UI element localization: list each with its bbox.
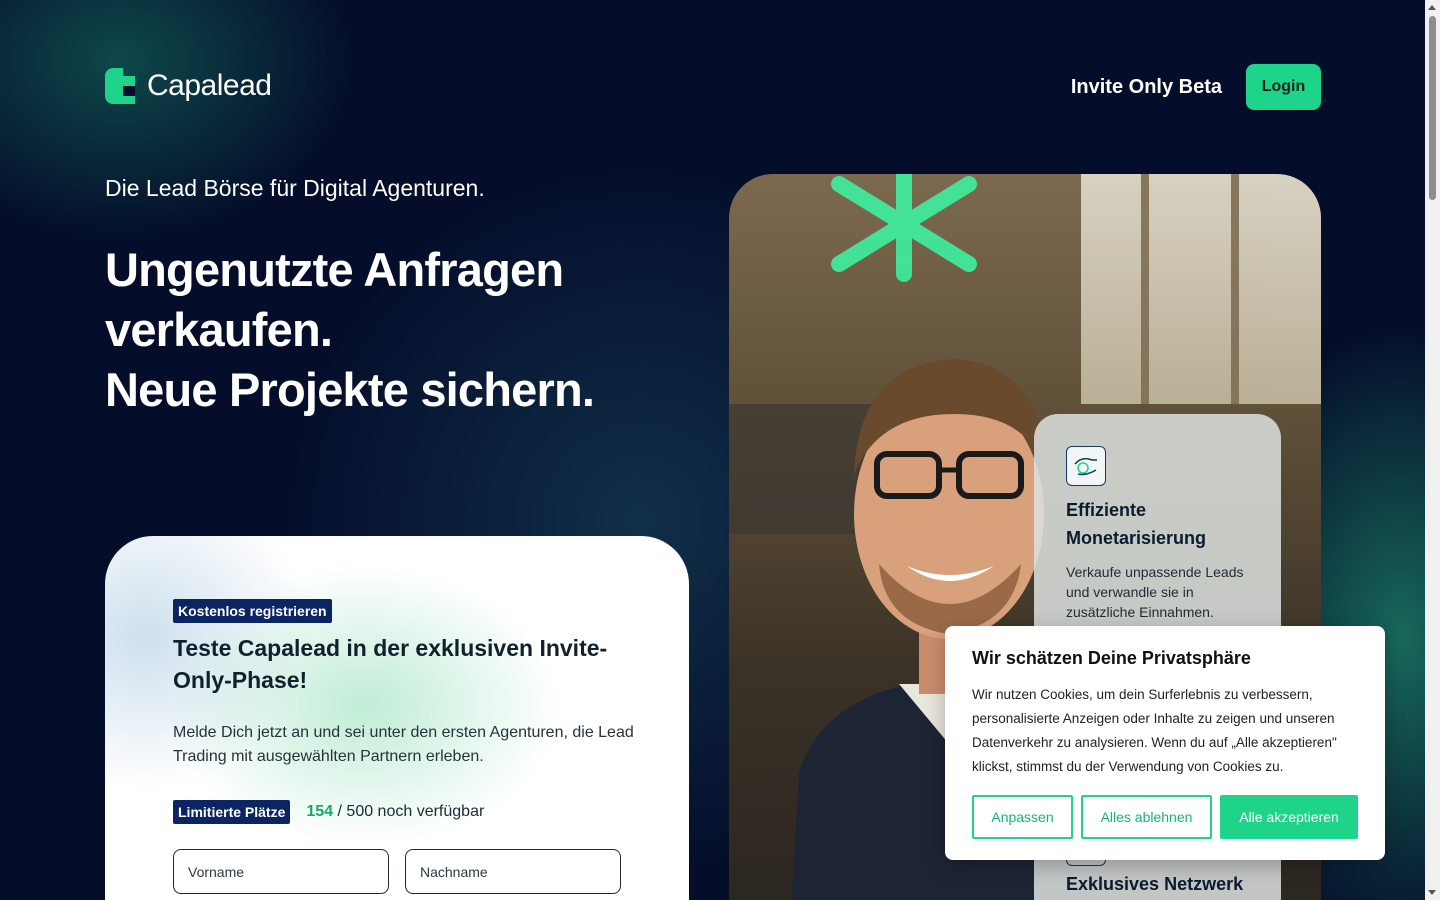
feature-card-monetization: Effiziente Monetarisierung Verkaufe unpa…: [1034, 414, 1281, 654]
neon-star-icon: [831, 174, 977, 282]
scroll-thumb[interactable]: [1429, 16, 1436, 200]
spots-total: / 500 noch verfügbar: [333, 803, 485, 820]
feature-text: Verkaufe unpassende Leads und verwandle …: [1066, 564, 1244, 620]
capalead-logo-icon: [105, 68, 135, 104]
hand-coin-icon: [1066, 446, 1106, 486]
spots-available: 154: [306, 803, 334, 820]
beta-label: Invite Only Beta: [1070, 75, 1222, 98]
signup-description: Melde Dich jetzt an und sei unter den er…: [173, 724, 634, 765]
signup-card: Kostenlos registrieren Teste Capalead in…: [105, 536, 689, 900]
brand-logo[interactable]: Capalead: [105, 68, 272, 104]
cookie-banner: Wir schätzen Deine Privatsphäre Wir nutz…: [945, 626, 1385, 860]
spots-info: Limitierte Plätze 154 / 500 noch verfügb…: [173, 800, 484, 824]
cookie-text: Wir nutzen Cookies, um dein Surferlebnis…: [972, 687, 1337, 774]
accept-all-cookies-button[interactable]: Alle akzeptieren: [1220, 795, 1358, 839]
register-badge: Kostenlos registrieren: [173, 599, 332, 623]
page-scrollbar[interactable]: [1425, 0, 1440, 900]
reject-all-cookies-button[interactable]: Alles ablehnen: [1081, 795, 1212, 839]
scroll-up-icon[interactable]: [1428, 5, 1436, 10]
feature-title: Exklusives Netzwerk: [1066, 874, 1244, 894]
headline-line-1: Ungenutzte Anfragen: [105, 243, 564, 296]
cookie-title: Wir schätzen Deine Privatsphäre: [972, 648, 1251, 668]
first-name-input[interactable]: [173, 849, 389, 894]
customize-cookies-button[interactable]: Anpassen: [972, 795, 1073, 839]
hero-headline: Ungenutzte Anfragen verkaufen. Neue Proj…: [105, 240, 595, 420]
signup-title: Teste Capalead in der exklusiven Invite-…: [173, 635, 608, 693]
feature-title: Effiziente Monetarisierung: [1066, 500, 1207, 548]
hero-tagline: Die Lead Börse für Digital Agenturen.: [105, 175, 485, 201]
limited-spots-badge: Limitierte Plätze: [173, 800, 291, 824]
headline-line-2: verkaufen.: [105, 303, 333, 356]
spots-counter: 154 / 500 noch verfügbar: [306, 803, 484, 821]
login-button[interactable]: Login: [1246, 64, 1321, 110]
header-nav: Invite Only Beta Login: [1071, 64, 1321, 110]
scroll-down-icon[interactable]: [1428, 890, 1436, 895]
headline-line-3: Neue Projekte sichern.: [105, 363, 595, 416]
cookie-actions: Anpassen Alles ablehnen Alle akzeptieren: [972, 795, 1358, 839]
photo-window: [1081, 174, 1321, 404]
last-name-input[interactable]: [405, 849, 621, 894]
brand-name: Capalead: [147, 69, 272, 102]
name-inputs: [173, 849, 621, 894]
